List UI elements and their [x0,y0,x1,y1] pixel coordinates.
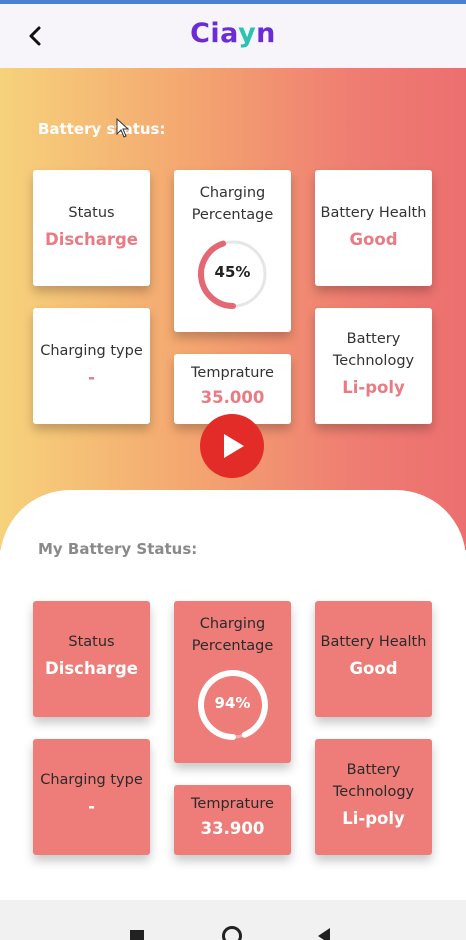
temperature-label: Temprature [191,365,274,381]
charging-type-label: Charging type [40,343,143,359]
charging-type-value: - [88,368,95,387]
charging-gauge: 45% [195,236,271,312]
app-logo: Ciayn [0,18,466,49]
my-charging-type-value: - [88,797,95,816]
battery-health-value: Good [349,230,398,249]
my-temperature-card: Temprature 33.900 [174,785,291,855]
logo-text-1: Cia [190,18,239,49]
app-header: Ciayn [0,4,466,68]
my-battery-health-card: Battery Health Good [315,601,432,717]
my-charging-percentage-card: Charging Percentage 94% [174,601,291,763]
charging-percentage-label: Charging Percentage [191,185,274,223]
status-card: Status Discharge [33,170,150,286]
my-temperature-value: 33.900 [200,819,265,838]
system-navigation-bar [0,900,466,940]
system-back-button[interactable] [318,928,330,940]
my-charging-percentage-label: Charging Percentage [191,616,274,654]
charging-percentage-card: Charging Percentage 45% [174,170,291,332]
my-charging-type-label: Charging type [40,772,143,788]
mouse-cursor-icon [116,118,130,138]
my-charging-percentage-value: 94% [214,694,251,712]
my-battery-health-label: Battery Health [320,634,427,650]
battery-technology-value: Li-poly [342,378,405,397]
my-battery-status-title: My Battery Status: [38,540,198,558]
charging-percentage-value: 45% [214,263,251,281]
charging-type-card: Charging type - [33,308,150,424]
my-battery-technology-label: Battery Technology [332,762,415,800]
my-status-value: Discharge [45,659,138,678]
battery-status-title: Battery status: [38,120,166,138]
temperature-value: 35.000 [200,388,265,407]
logo-text-2: y [238,18,257,49]
my-battery-technology-value: Li-poly [342,809,405,828]
battery-technology-label: Battery Technology [332,331,415,369]
my-charging-type-card: Charging type - [33,739,150,855]
play-icon [224,434,244,458]
my-temperature-label: Temprature [191,796,274,812]
status-label: Status [68,205,115,221]
my-battery-health-value: Good [349,659,398,678]
recent-apps-button[interactable] [130,930,144,940]
battery-technology-card: Battery Technology Li-poly [315,308,432,424]
battery-health-card: Battery Health Good [315,170,432,286]
home-button[interactable] [222,926,242,940]
status-value: Discharge [45,230,138,249]
my-charging-gauge: 94% [195,667,271,743]
my-status-label: Status [68,634,115,650]
play-button[interactable] [200,414,264,478]
my-battery-status-section: My Battery Status: Status Discharge Char… [0,490,466,900]
logo-text-3: n [256,18,276,49]
my-status-card: Status Discharge [33,601,150,717]
my-battery-technology-card: Battery Technology Li-poly [315,739,432,855]
battery-health-label: Battery Health [320,205,427,221]
